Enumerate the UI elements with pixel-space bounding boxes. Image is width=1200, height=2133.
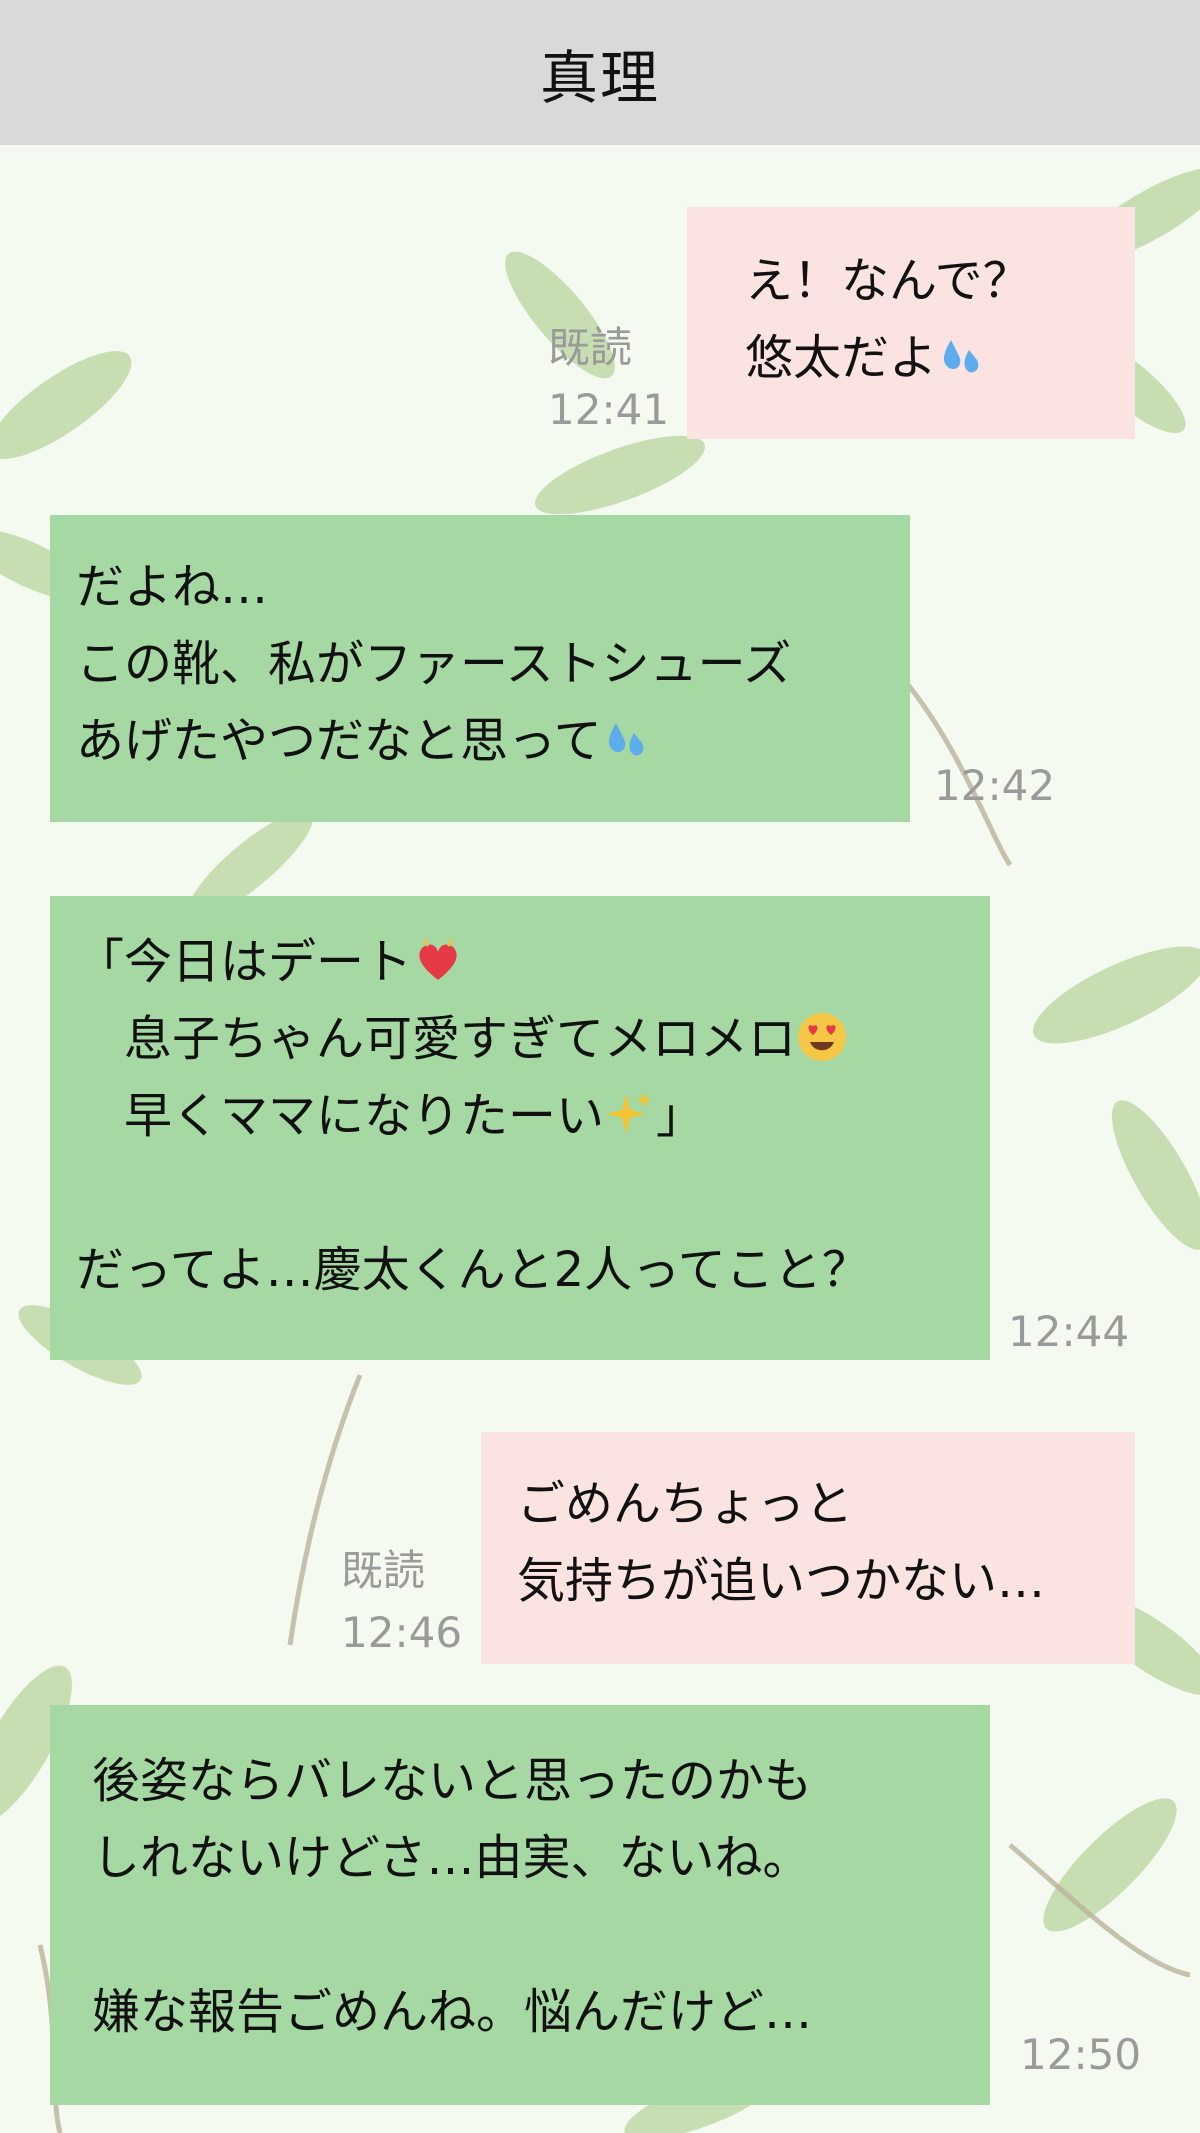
read-receipt: 既読 12:41 bbox=[548, 323, 670, 434]
message-line: 嫌な報告ごめんね。悩んだけど… bbox=[92, 1984, 813, 2040]
message-line: 息子ちゃん可愛すぎてメロメロ bbox=[76, 1011, 797, 1067]
message-line: 」 bbox=[656, 1088, 705, 1144]
message-line: 悠太だよ bbox=[745, 330, 938, 386]
message-line: え！なんで？ bbox=[745, 253, 1031, 309]
incoming-message-bubble[interactable]: だよね… この靴、私がファーストシューズ あげたやつだなと思って bbox=[50, 515, 910, 822]
message-timestamp: 12:50 bbox=[1020, 2030, 1142, 2079]
outgoing-message-bubble[interactable]: ごめんちょっと 気持ちが追いつかない… bbox=[481, 1432, 1135, 1664]
chat-area[interactable]: え！なんで？ 悠太だよ 既読 12:41 だよね… この靴、私がファーストシュー… bbox=[0, 145, 1200, 2133]
incoming-message-bubble[interactable]: 「今日はデート 息子ちゃん可愛すぎてメロメロ 早くママになりたーい」 だってよ…… bbox=[50, 896, 990, 1360]
message-timestamp: 12:42 bbox=[934, 761, 1056, 810]
heart-icon bbox=[419, 939, 457, 980]
message-line: しれないけどさ…由実、ないね。 bbox=[92, 1830, 811, 1886]
message-line: だってよ…慶太くんと2人ってこと？ bbox=[76, 1242, 870, 1298]
message-line: 後姿ならバレないと思ったのかも bbox=[92, 1753, 813, 1809]
heart-eyes-icon bbox=[798, 1013, 847, 1061]
message-line: だよね… bbox=[76, 559, 269, 615]
message-line: 「今日はデート bbox=[76, 934, 413, 990]
chat-header: 真理 bbox=[0, 0, 1200, 145]
message-line: ごめんちょっと bbox=[517, 1476, 854, 1532]
sweat-droplets-icon bbox=[943, 340, 979, 373]
message-line: あげたやつだなと思って bbox=[76, 713, 602, 769]
incoming-message-bubble[interactable]: 後姿ならバレないと思ったのかも しれないけどさ…由実、ないね。 嫌な報告ごめんね… bbox=[50, 1705, 990, 2105]
message-timestamp: 12:44 bbox=[1008, 1307, 1130, 1356]
message-line: 早くママになりたーい bbox=[76, 1088, 605, 1144]
message-line: 気持ちが追いつかない… bbox=[517, 1553, 1046, 1609]
outgoing-message-bubble[interactable]: え！なんで？ 悠太だよ bbox=[687, 207, 1135, 439]
message-line: この靴、私がファーストシューズ bbox=[76, 636, 792, 692]
sweat-droplets-icon bbox=[608, 723, 643, 756]
contact-name: 真理 bbox=[539, 43, 660, 112]
read-receipt: 既読 12:46 bbox=[341, 1546, 463, 1657]
sparkles-icon bbox=[606, 1092, 653, 1134]
